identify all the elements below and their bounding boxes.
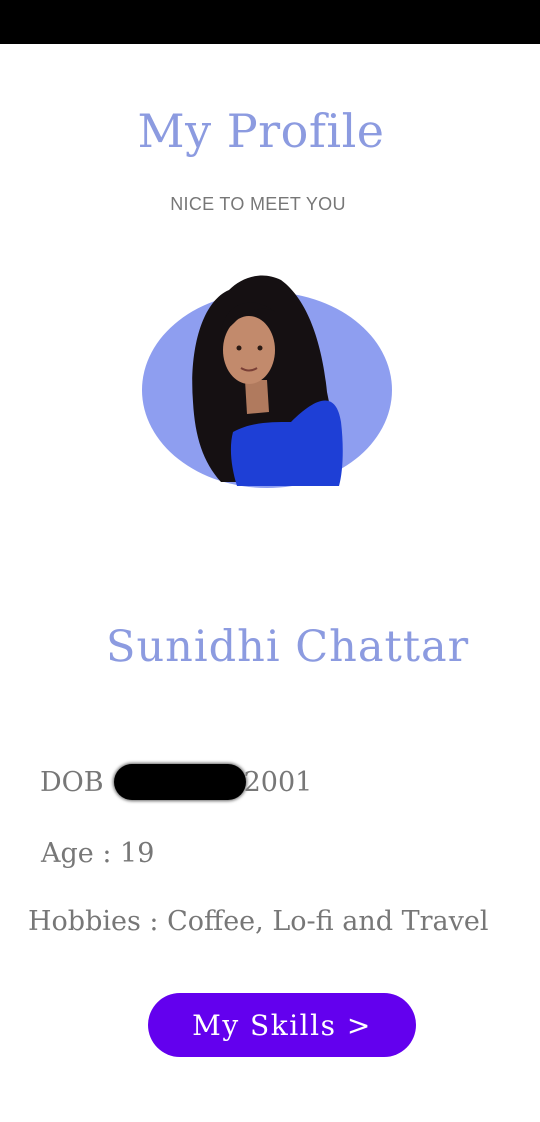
page-title: My Profile (137, 104, 385, 158)
page-subtitle: NICE TO MEET YOU (170, 194, 346, 214)
avatar-face (223, 316, 275, 384)
avatar-eye-left (236, 345, 242, 351)
hobbies-text: Hobbies : Coffee, Lo-fi and Travel (28, 906, 489, 937)
avatar-eye-right (257, 345, 263, 351)
profile-name: Sunidhi Chattar (106, 622, 470, 672)
redacted-dob (113, 764, 246, 800)
profile-avatar (142, 275, 392, 488)
dob-year: 2001 (243, 766, 313, 798)
avatar-neck (245, 380, 269, 414)
dob-row: DOB 2001 (40, 764, 312, 800)
my-skills-button[interactable]: My Skills > (148, 993, 416, 1057)
dob-label: DOB (40, 766, 104, 798)
status-bar (0, 0, 540, 44)
age-text: Age : 19 (41, 838, 155, 869)
